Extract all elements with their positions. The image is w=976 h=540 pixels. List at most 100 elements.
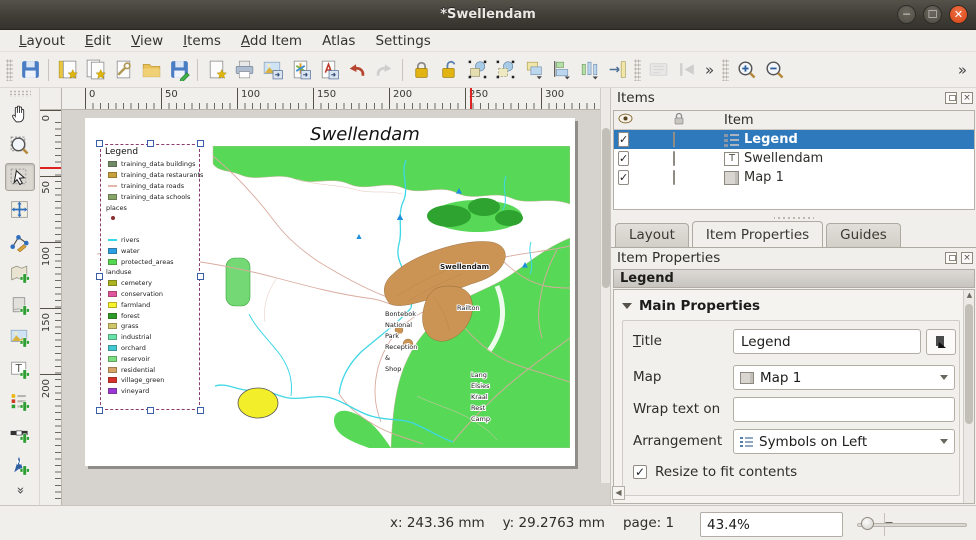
selection-handle[interactable]	[197, 273, 204, 280]
horizontal-ruler[interactable]: 050100150200250300	[62, 88, 610, 110]
new-layout-button[interactable]	[53, 56, 81, 84]
visibility-checkbox[interactable]	[618, 170, 629, 185]
zoom-in-button[interactable]	[732, 56, 760, 84]
zoom-out-button[interactable]	[760, 56, 788, 84]
selection-handle[interactable]	[96, 140, 103, 147]
vertical-ruler[interactable]: 050100150200	[40, 110, 62, 505]
toolbar-overflow-icon[interactable]: »	[700, 61, 719, 79]
export-svg-button[interactable]	[286, 56, 314, 84]
zoom-slider-thumb[interactable]	[861, 517, 874, 530]
layout-manager-button[interactable]	[109, 56, 137, 84]
panel-close-icon[interactable]: ×	[961, 252, 973, 264]
raise-items-button[interactable]	[519, 56, 547, 84]
lock-checkbox[interactable]	[673, 132, 675, 147]
resize-to-fit-checkbox[interactable]	[633, 465, 647, 479]
save-button[interactable]	[16, 56, 44, 84]
layout-page-canvas[interactable]: Swellendam	[62, 110, 600, 505]
add-scalebar-button[interactable]	[5, 419, 35, 447]
menu-item[interactable]: Settings	[366, 31, 439, 51]
atlas-preview-button[interactable]	[644, 56, 672, 84]
add-picture-button[interactable]	[5, 323, 35, 351]
duplicate-layout-button[interactable]	[81, 56, 109, 84]
group-items-button[interactable]	[463, 56, 491, 84]
railton-label: Railton	[457, 304, 480, 312]
visibility-checkbox[interactable]	[618, 132, 629, 147]
properties-scrollbar[interactable]: ▲	[963, 290, 974, 503]
map-title-label-item[interactable]: Swellendam	[85, 124, 600, 145]
add-3d-map-button[interactable]	[5, 291, 35, 319]
add-map-button[interactable]	[5, 259, 35, 287]
dock-tab[interactable]: Layout	[615, 223, 689, 247]
map-select[interactable]: Map 1	[733, 365, 955, 390]
align-items-button[interactable]	[547, 56, 575, 84]
unlock-items-button[interactable]	[435, 56, 463, 84]
titlebar[interactable]: *Swellendam ─ ☐ ✕	[0, 0, 976, 30]
add-north-arrow-button[interactable]: N	[5, 451, 35, 479]
menu-item[interactable]: Atlas	[313, 31, 364, 51]
export-pdf-button[interactable]	[314, 56, 342, 84]
panel-float-icon[interactable]	[945, 252, 957, 264]
title-input[interactable]	[733, 329, 921, 354]
selection-handle[interactable]	[96, 407, 103, 414]
add-pages-button[interactable]	[202, 56, 230, 84]
selection-handle[interactable]	[147, 140, 154, 147]
canvas-vertical-scrollbar[interactable]	[600, 88, 610, 483]
close-icon[interactable]: ✕	[949, 5, 968, 24]
items-table-row[interactable]: Legend	[614, 130, 974, 149]
select-cursor-icon	[8, 166, 31, 189]
atlas-first-feature-button[interactable]	[672, 56, 700, 84]
add-legend-button[interactable]	[5, 387, 35, 415]
visibility-checkbox[interactable]	[618, 151, 629, 166]
load-template-button[interactable]	[137, 56, 165, 84]
menu-item[interactable]: Edit	[76, 31, 120, 51]
layout-page[interactable]: Swellendam	[85, 118, 575, 466]
toolbar-overflow-icon[interactable]: »	[12, 482, 27, 500]
move-item-content-tool-button[interactable]	[5, 195, 35, 223]
dock-tab[interactable]: Item Properties	[692, 221, 823, 247]
menu-item[interactable]: Items	[174, 31, 230, 51]
panel-close-icon[interactable]: ×	[961, 92, 973, 104]
main-properties-section-header[interactable]: Main Properties	[622, 298, 760, 314]
items-table-row[interactable]: Map 1	[614, 168, 974, 187]
selection-handle[interactable]	[197, 407, 204, 414]
data-defined-override-button[interactable]	[926, 329, 956, 355]
menu-item[interactable]: Layout	[10, 31, 74, 51]
export-image-button[interactable]	[258, 56, 286, 84]
save-as-template-button[interactable]	[165, 56, 193, 84]
toolbar-grip[interactable]	[634, 59, 641, 81]
edit-nodes-tool-button[interactable]	[5, 227, 35, 255]
zoom-slider[interactable]	[857, 516, 967, 532]
select-move-item-tool-button[interactable]	[5, 163, 35, 191]
toolbar-grip[interactable]	[6, 59, 13, 81]
wrap-text-input[interactable]	[733, 397, 955, 422]
lock-items-button[interactable]	[407, 56, 435, 84]
add-label-button[interactable]: T	[5, 355, 35, 383]
menu-item[interactable]: Add Item	[232, 31, 311, 51]
maximize-icon[interactable]: ☐	[923, 5, 942, 24]
distribute-items-button[interactable]	[575, 56, 603, 84]
redo-button[interactable]	[370, 56, 398, 84]
lock-checkbox[interactable]	[673, 170, 675, 185]
menu-item[interactable]: View	[122, 31, 172, 51]
minimize-icon[interactable]: ─	[897, 5, 916, 24]
resize-items-button[interactable]	[603, 56, 631, 84]
toolbar-grip[interactable]	[9, 90, 31, 97]
dock-tab[interactable]: Guides	[826, 223, 901, 247]
selection-handle[interactable]	[96, 273, 103, 280]
panel-float-icon[interactable]	[945, 92, 957, 104]
items-table-row[interactable]: Swellendam	[614, 149, 974, 168]
zoom-level-combo[interactable]	[700, 512, 843, 537]
selection-handle[interactable]	[197, 140, 204, 147]
legend-item[interactable]: Legend training_data buildings	[100, 144, 200, 410]
pan-tool-button[interactable]	[5, 99, 35, 127]
ungroup-items-button[interactable]	[491, 56, 519, 84]
lock-checkbox[interactable]	[673, 151, 675, 166]
undo-button[interactable]	[342, 56, 370, 84]
panel-scroll-left-icon[interactable]: ◀	[612, 486, 625, 500]
selection-handle[interactable]	[147, 407, 154, 414]
zoom-tool-button[interactable]	[5, 131, 35, 159]
arrangement-select[interactable]: Symbols on Left	[733, 429, 955, 454]
print-button[interactable]	[230, 56, 258, 84]
toolbar-overflow-icon[interactable]: »	[953, 61, 972, 79]
toolbar-grip[interactable]	[722, 59, 729, 81]
